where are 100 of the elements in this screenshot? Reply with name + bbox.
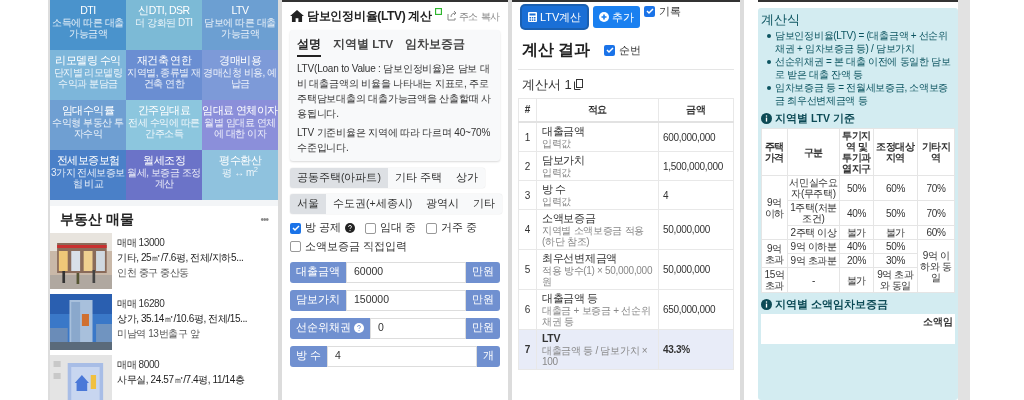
- checkbox[interactable]: [425, 222, 437, 234]
- item-label: 방 수: [542, 183, 568, 196]
- checkbox[interactable]: [644, 5, 656, 17]
- column-header: 주택가격: [761, 128, 788, 176]
- item-label: 담보가치: [542, 154, 586, 167]
- checkbox-label: 기록: [659, 4, 682, 19]
- action-button[interactable]: 추가: [593, 6, 641, 28]
- formula-text: 선순위채권 = 본 대출 이전에 동일한 담보로 받은 대출 잔액 등: [775, 55, 952, 81]
- tile-title: 재건축 연한: [136, 54, 192, 67]
- tile-title: 신DTI, DSR: [138, 4, 190, 17]
- table-cell: 40%: [839, 239, 874, 254]
- checkbox[interactable]: [604, 44, 616, 56]
- tile-subtitle: 수익형 부동산 투자수익: [51, 117, 125, 139]
- tile-subtitle: 평 ↔ m$^{2}$: [222, 167, 258, 178]
- item-note: 입력값: [542, 167, 573, 178]
- menu-tile[interactable]: LTV 담보에 따른 대출 가능금액: [202, 0, 278, 50]
- table-cell: 9억 초과: [761, 239, 788, 268]
- item-note: 입력값: [542, 138, 573, 149]
- tile-title: 경매비용: [219, 54, 261, 67]
- tile-subtitle: 소득에 따른 대출 가능금액: [51, 17, 125, 39]
- menu-tile[interactable]: 월세조정 월세, 보증금 조정 계산: [126, 150, 202, 200]
- unit-label: 개: [477, 345, 500, 367]
- item-note: 대출금액 등 / 담보가치 × 100: [542, 345, 649, 367]
- table-cell: 50%: [873, 200, 918, 226]
- table-cell: 50,000,000: [658, 209, 734, 250]
- segment-button[interactable]: 광역시: [419, 194, 467, 215]
- tab[interactable]: 설명: [297, 36, 321, 58]
- menu-tile[interactable]: 임대료 연체이자 월별 임대료 연체에 대한 이자: [202, 100, 278, 150]
- more-button[interactable]: •••: [260, 212, 268, 227]
- table-cell: 6: [518, 289, 537, 330]
- table-cell: 9억 초과분: [787, 253, 840, 268]
- checkbox[interactable]: [290, 241, 301, 253]
- section-title: 부동산 매물: [60, 210, 134, 229]
- column-header: 구분: [787, 128, 840, 176]
- action-button[interactable]: LTV계산: [522, 6, 588, 28]
- label-text: 방 수: [296, 348, 321, 364]
- tile-title: 전세보증보험: [56, 154, 120, 167]
- segment-button[interactable]: 상가: [448, 168, 485, 189]
- table-cell: 70%: [917, 200, 955, 226]
- checkbox[interactable]: [364, 222, 376, 234]
- column-header: 조정대상지역: [873, 128, 918, 176]
- item-label: LTV: [542, 332, 562, 345]
- tile-title: 리모델링 수익: [55, 54, 121, 67]
- plus-icon: [599, 12, 610, 22]
- listing-price: 매매 8000: [117, 358, 161, 372]
- menu-tile[interactable]: DTI 소득에 따른 대출 가능금액: [50, 0, 126, 50]
- table-title: 지역별 LTV 기준: [775, 112, 855, 125]
- checkbox-label: 순번: [619, 42, 642, 58]
- item-label: 대출금액: [542, 125, 586, 138]
- table-cell: -: [787, 267, 840, 293]
- listing-detail: 상가, 35.14㎡/10.6평, 전체/15...: [117, 312, 248, 326]
- copy-icon: [573, 79, 583, 91]
- tab[interactable]: 임차보증금: [405, 36, 466, 58]
- table-cell: 불가: [839, 267, 874, 293]
- segment-button[interactable]: 서울: [290, 194, 326, 215]
- checkbox-label: 거주 중: [440, 220, 477, 236]
- unit-label: 만원: [466, 289, 500, 311]
- input-field[interactable]: 0: [370, 317, 466, 339]
- table-cell: 70%: [917, 175, 955, 201]
- table-cell: 1: [518, 122, 537, 152]
- checkbox[interactable]: [290, 222, 301, 234]
- tile-subtitle: 더 강화된 DTI: [135, 17, 193, 28]
- tile-subtitle: 단지별 리모델링 수익과 분담금: [52, 67, 124, 89]
- table-cell: 3: [518, 180, 537, 210]
- segment-button[interactable]: 기타: [466, 194, 503, 215]
- checkbox-label: 임대 중: [379, 220, 416, 236]
- tile-subtitle: 3가지 전세보증보험 비교: [51, 167, 125, 189]
- tab[interactable]: 지역별 LTV: [333, 36, 394, 58]
- tile-title: 평수환산: [219, 154, 261, 167]
- input-field[interactable]: 4: [326, 345, 477, 367]
- menu-tile[interactable]: 전세보증보험 3가지 전세보증보험 비교: [50, 150, 126, 200]
- tile-title: 임대수익률: [61, 104, 115, 117]
- scrollbar[interactable]: [958, 0, 970, 400]
- section-title: 계산 결과: [522, 40, 591, 60]
- table-cell: 불가: [873, 225, 918, 240]
- bullet-icon: [767, 86, 771, 90]
- input-field[interactable]: 60000: [346, 261, 466, 283]
- table-cell: 15억 초과: [761, 267, 788, 293]
- share-icon: [446, 11, 457, 21]
- listing-location: 인천 중구 중산동: [117, 266, 190, 280]
- segment-button[interactable]: 수도권(+세종시): [326, 194, 420, 215]
- info-icon: [761, 299, 772, 310]
- tile-subtitle: 담보에 따른 대출 가능금액: [203, 17, 277, 39]
- tile-subtitle: 월별 임대료 연체에 대한 이자: [203, 117, 277, 139]
- column-header: 소액임: [923, 316, 953, 328]
- checkbox-label: 방 공제: [305, 220, 341, 236]
- description-text: LTV(Loan to Value : 담보인정비율)은 담보 대비 대출금액의 비율을 나타내는 지표로, 주로 주택담보대출의 대출가능금액을 산출할때 사용됩니다.: [297, 62, 492, 122]
- column-header: 적요: [536, 98, 659, 122]
- menu-tile[interactable]: 임대수익률 수익형 부동산 투자수익: [50, 100, 126, 150]
- item-label: 대출금액 등: [542, 292, 600, 305]
- table-cell: 4: [658, 180, 734, 210]
- calculator-icon: [528, 12, 537, 22]
- segment-button[interactable]: 기타 주택: [388, 168, 449, 189]
- menu-tile[interactable]: 경매비용 경매신청 비용, 예납금: [202, 50, 278, 100]
- tile-title: LTV: [231, 4, 249, 17]
- segment-button[interactable]: 공동주택(아파트): [290, 168, 388, 189]
- table-cell: 50%: [839, 175, 874, 201]
- input-field[interactable]: 150000: [346, 289, 466, 311]
- share-button[interactable]: 주소 복사: [446, 8, 500, 24]
- menu-tile[interactable]: 재건축 연한 지역별, 종류별 재건축 연한: [126, 50, 202, 100]
